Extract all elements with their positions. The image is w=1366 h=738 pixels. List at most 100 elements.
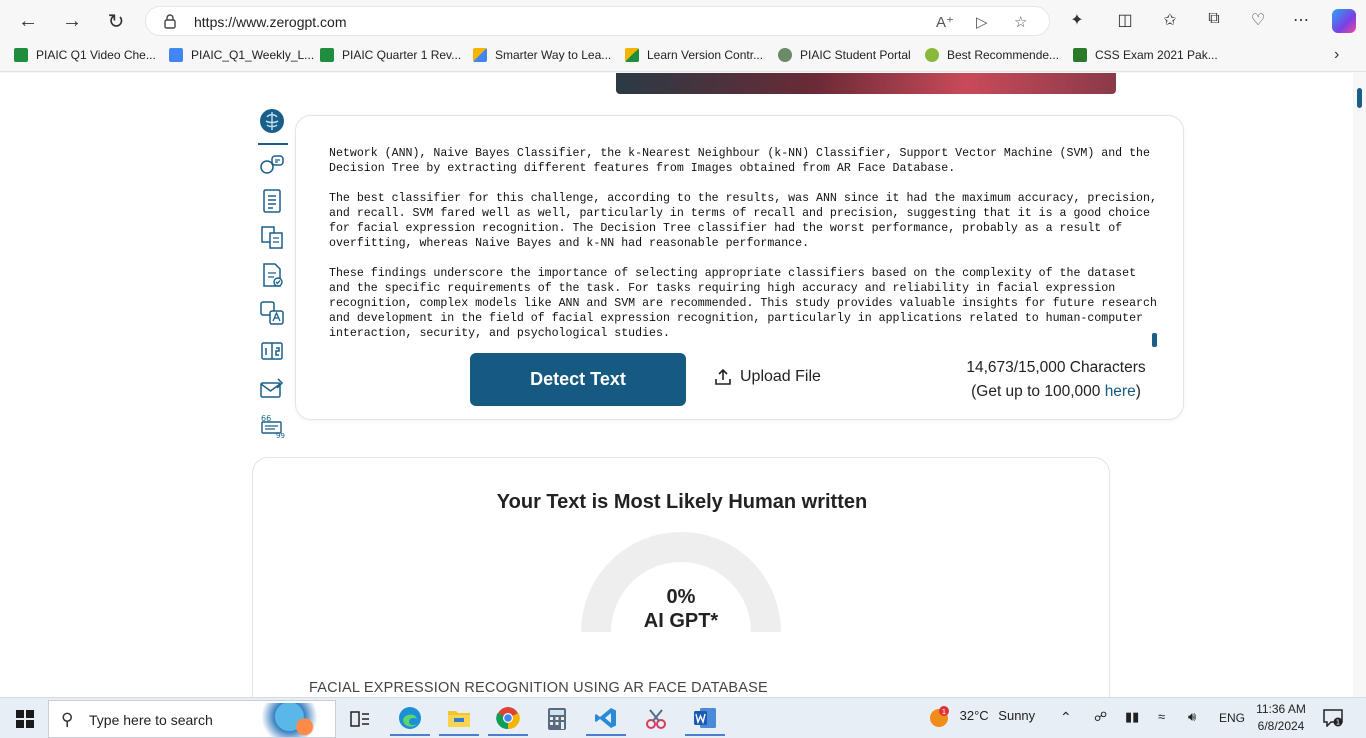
notification-icon[interactable]: 1 <box>1323 709 1343 728</box>
grammar-check-icon[interactable] <box>258 261 286 289</box>
back-icon[interactable]: ← <box>14 8 42 34</box>
grammarly-icon <box>925 48 939 62</box>
document-list-icon[interactable] <box>258 187 286 215</box>
upload-icon <box>715 368 731 385</box>
browser-toolbar: ← → ↻ https://www.zerogpt.com A⁺ ▷ ☆ ✦ ◫… <box>0 0 1366 42</box>
upgrade-note: (Get up to 100,000 here) <box>971 383 1141 400</box>
upgrade-link[interactable]: here <box>1105 383 1136 400</box>
chevron-up-icon[interactable]: ⌃ <box>1060 709 1072 726</box>
search-icon: ⚲ <box>61 710 74 729</box>
clock-date: 6/8/2024 <box>1257 719 1305 733</box>
sun-icon: 1 <box>930 706 949 727</box>
result-title: Your Text is Most Likely Human written <box>496 491 868 513</box>
character-counter: 14,673/15,000 Characters (Get up to 100,… <box>956 356 1156 404</box>
more-menu-icon[interactable]: ⋯ <box>1290 10 1312 30</box>
gauge-readout: 0% AI GPT* <box>581 585 781 633</box>
editor-paragraph: Network (ANN), Naive Bayes Classifier, t… <box>329 147 1157 175</box>
split-screen-icon[interactable]: ◫ <box>1114 10 1136 30</box>
word-app-icon[interactable] <box>685 702 725 736</box>
file-explorer-icon[interactable] <box>439 702 479 736</box>
bookmark-item[interactable]: PIAIC Student Portal <box>778 48 911 62</box>
sheets-icon <box>14 48 28 62</box>
favorite-star-icon[interactable]: ☆ <box>1014 13 1027 31</box>
tools-sidebar: 66 99 <box>256 105 290 445</box>
wifi-icon[interactable]: ≈ <box>1158 709 1165 724</box>
bookmark-item[interactable]: PIAIC Q1 Video Che... <box>14 48 156 62</box>
meet-now-icon[interactable]: ☍ <box>1094 709 1107 725</box>
bookmark-item[interactable]: PIAIC Quarter 1 Rev... <box>320 48 461 62</box>
bookmark-item[interactable]: CSS Exam 2021 Pak... <box>1073 48 1218 62</box>
svg-text:99: 99 <box>276 432 285 438</box>
bookmark-item[interactable]: Best Recommende... <box>925 48 1059 62</box>
svg-text:1: 1 <box>1336 719 1340 727</box>
translate-icon[interactable] <box>258 299 286 327</box>
chrome-app-icon[interactable] <box>488 702 528 736</box>
upload-file-button[interactable]: Upload File <box>714 368 821 386</box>
bookmarks-bar: PIAIC Q1 Video Che... PIAIC_Q1_Weekly_L.… <box>0 42 1366 72</box>
gauge-label: AI GPT* <box>643 610 719 632</box>
copilot-icon[interactable] <box>1332 9 1356 33</box>
weather-widget[interactable]: 1 32°C Sunny <box>928 706 1035 728</box>
citation-icon[interactable]: 66 99 <box>258 411 286 439</box>
brain-detector-icon[interactable] <box>258 107 286 135</box>
bookmark-item[interactable]: PIAIC_Q1_Weekly_L... <box>169 48 314 62</box>
editor-scrollbar[interactable] <box>1152 333 1157 347</box>
refresh-icon[interactable]: ↻ <box>102 8 130 34</box>
text-editor-card: Network (ANN), Naive Bayes Classifier, t… <box>295 115 1184 420</box>
read-aloud-icon[interactable]: A⁺ <box>936 13 954 31</box>
lock-icon <box>164 14 176 29</box>
ai-chat-icon[interactable] <box>258 151 286 179</box>
upload-label: Upload File <box>740 368 821 385</box>
browser-essentials-icon[interactable]: ♡ <box>1247 10 1269 30</box>
address-bar[interactable]: https://www.zerogpt.com A⁺ ▷ ☆ <box>145 6 1050 36</box>
system-clock[interactable]: 11:36 AM 6/8/2024 <box>1252 701 1310 735</box>
extensions-icon[interactable]: ✦ <box>1066 10 1088 30</box>
weather-temp: 32°C <box>959 708 989 724</box>
summarizer-icon[interactable] <box>258 223 286 251</box>
document-title: FACIAL EXPRESSION RECOGNITION USING AR F… <box>309 680 768 696</box>
email-writer-icon[interactable] <box>258 375 286 403</box>
portal-icon <box>778 48 792 62</box>
volume-icon[interactable]: 🔊︎ <box>1188 709 1196 725</box>
text-input-area[interactable]: Network (ANN), Naive Bayes Classifier, t… <box>329 146 1159 346</box>
scrollbar-thumb[interactable] <box>1357 88 1362 108</box>
detect-text-button[interactable]: Detect Text <box>470 353 686 406</box>
word-counter-icon[interactable] <box>258 337 286 365</box>
vscode-app-icon[interactable] <box>586 702 626 736</box>
ai-percentage: 0% <box>666 586 696 608</box>
drive-icon <box>625 48 639 62</box>
editor-paragraph: The best classifier for this challenge, … <box>329 192 1157 250</box>
language-indicator[interactable]: ENG <box>1219 711 1245 725</box>
immersive-reader-icon[interactable]: ▷ <box>976 13 988 31</box>
hero-image <box>616 73 1116 94</box>
bookmark-item[interactable]: Smarter Way to Lea... <box>473 48 611 62</box>
snipping-tool-icon[interactable] <box>636 702 676 736</box>
character-count: 14,673/15,000 Characters <box>966 359 1146 376</box>
url-text: https://www.zerogpt.com <box>194 14 347 30</box>
drive-icon <box>473 48 487 62</box>
edge-app-icon[interactable] <box>390 702 430 736</box>
page-content: 66 99 Network (ANN), Naive Bayes Classifi… <box>0 73 1366 697</box>
site-icon <box>1073 48 1087 62</box>
windows-start-icon[interactable] <box>16 710 34 728</box>
editor-paragraph: These findings underscore the importance… <box>329 267 1157 340</box>
search-placeholder: Type here to search <box>89 712 213 728</box>
docs-icon <box>169 48 183 62</box>
weather-text: Sunny <box>998 708 1036 724</box>
favorites-icon[interactable]: ✩ <box>1159 10 1181 30</box>
taskbar-search[interactable]: ⚲ Type here to search <box>48 700 336 738</box>
svg-text:1: 1 <box>942 708 946 716</box>
sheets-icon <box>320 48 334 62</box>
page-scrollbar[interactable] <box>1353 73 1366 697</box>
task-view-icon[interactable] <box>340 702 380 736</box>
bookmark-item[interactable]: Learn Version Contr... <box>625 48 763 62</box>
taskbar: ⚲ Type here to search 1 32°C Sunny ⌃ ☍ ▮… <box>0 697 1366 738</box>
calculator-icon[interactable] <box>537 702 577 736</box>
battery-icon[interactable]: ▮▮ <box>1125 709 1139 725</box>
search-highlight-art <box>259 703 335 737</box>
collections-icon[interactable]: ⧉ <box>1203 10 1225 28</box>
forward-icon[interactable]: → <box>58 8 86 34</box>
result-card: Your Text is Most Likely Human written 0… <box>252 457 1110 697</box>
chevron-right-icon[interactable]: › <box>1334 46 1339 64</box>
clock-time: 11:36 AM <box>1256 702 1306 716</box>
